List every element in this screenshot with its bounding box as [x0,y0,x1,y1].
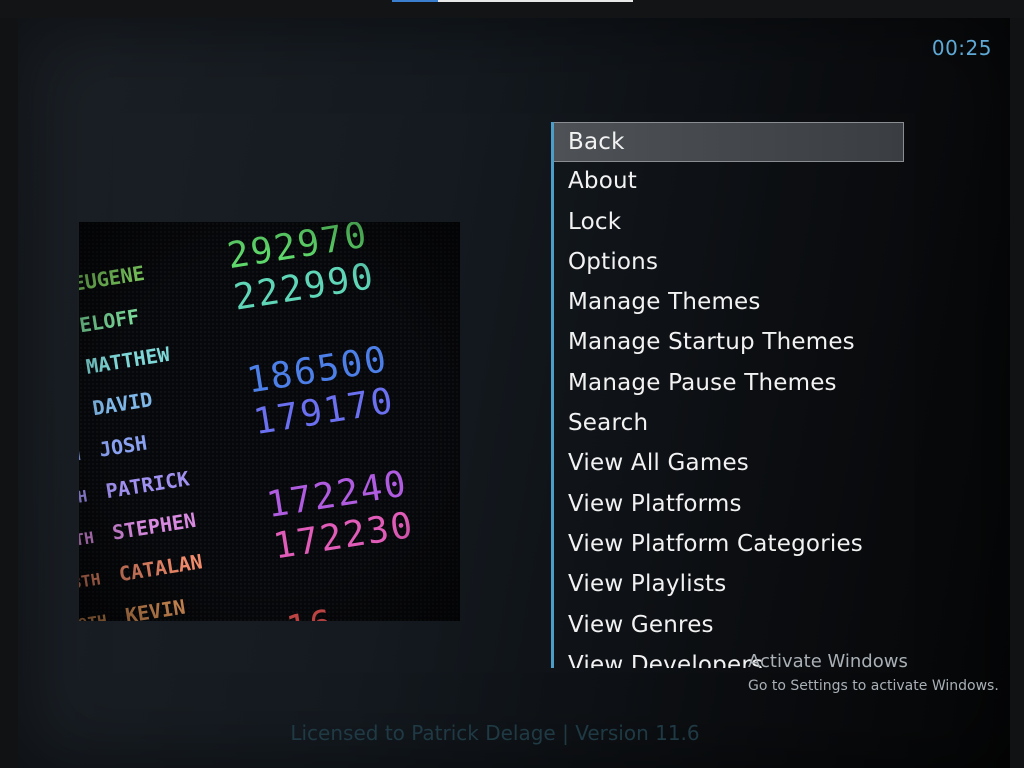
menu-item-search[interactable]: Search [554,404,904,444]
menu-item-view-genres[interactable]: View Genres [554,606,904,646]
clock: 00:25 [931,36,992,60]
top-progress-bar [438,0,633,2]
menu-item-options[interactable]: Options [554,243,904,283]
menu-item-manage-startup-themes[interactable]: Manage Startup Themes [554,323,904,363]
top-strip [0,0,1024,18]
top-progress-accent [392,0,438,2]
activate-windows-watermark: Activate Windows Go to Settings to activ… [748,651,999,697]
watermark-title: Activate Windows [748,651,908,672]
main-menu: Back About Lock Options Manage Themes Manage … [551,122,904,668]
launcher-screen: 00:25 EUGENE1ST292970ELOFF2ND222990MATTH… [0,0,1024,768]
watermark-subtitle: Go to Settings to activate Windows. [748,678,999,694]
menu-item-manage-pause-themes[interactable]: Manage Pause Themes [554,364,904,404]
arcade-high-score-board-image: EUGENE1ST292970ELOFF2ND222990MATTHEW3RDD… [79,222,460,621]
menu-item-view-playlists[interactable]: View Playlists [554,565,904,605]
menu-item-view-platform-categories[interactable]: View Platform Categories [554,525,904,565]
menu-item-view-platforms[interactable]: View Platforms [554,485,904,525]
menu-item-lock[interactable]: Lock [554,203,904,243]
menu-item-view-all-games[interactable]: View All Games [554,444,904,484]
license-footer: Licensed to Patrick Delage | Version 11.… [290,721,700,745]
menu-item-back[interactable]: Back [554,122,904,163]
menu-item-about[interactable]: About [554,162,904,202]
menu-item-manage-themes[interactable]: Manage Themes [554,283,904,323]
